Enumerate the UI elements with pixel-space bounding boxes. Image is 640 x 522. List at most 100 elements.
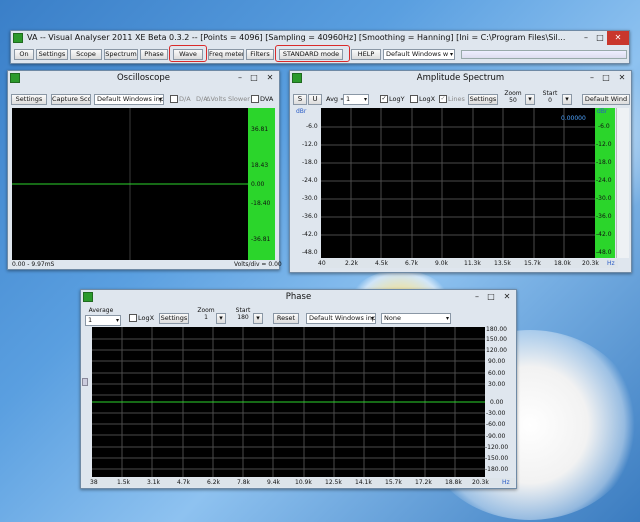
amp-ytick: -24.0 <box>302 177 318 184</box>
logy-checkbox[interactable]: ✓ LogY <box>380 95 405 104</box>
logx-checkbox[interactable]: LogX <box>410 95 435 104</box>
amp-plot[interactable]: 0.00000 <box>321 108 595 258</box>
slower-spinner[interactable]: Slower <box>228 95 250 104</box>
maximize-icon[interactable]: □ <box>484 290 498 304</box>
phase-right-tick: -180.00 <box>485 466 509 473</box>
amplitude-window: Amplitude Spectrum – □ ✕ S U Avg = 1 ✓Lo… <box>289 70 632 273</box>
slower-label: Slower <box>228 95 250 103</box>
minimize-icon[interactable]: – <box>585 71 599 85</box>
phase-right-tick: 60.00 <box>488 370 506 377</box>
oscilloscope-window: Oscilloscope – □ ✕ Settings Capture Scop… <box>7 70 282 270</box>
amp-xtick: 15.7k <box>524 260 541 267</box>
freq-meter-button[interactable]: Freq meter <box>208 49 244 60</box>
phase-plot[interactable] <box>92 327 485 477</box>
phase-right-tick: -120.00 <box>485 444 509 451</box>
reset-button[interactable]: Reset <box>273 313 299 324</box>
settings-button[interactable]: Settings <box>36 49 68 60</box>
phase-xtick: 20.3k <box>472 479 489 486</box>
phase-start-spinner[interactable]: ▾ <box>253 313 263 324</box>
amp-ytick: -36.0 <box>302 213 318 220</box>
minimize-icon[interactable]: – <box>233 71 247 85</box>
osc-settings-button[interactable]: Settings <box>11 94 47 105</box>
maximize-icon[interactable]: □ <box>247 71 261 85</box>
dva-label: DVA <box>260 95 274 103</box>
start-spinner[interactable]: ▾ <box>562 94 572 105</box>
phase-logx-label: LogX <box>138 314 155 322</box>
phase-zoom-value[interactable]: 1 <box>196 315 216 321</box>
close-icon[interactable]: ✕ <box>261 71 279 85</box>
maximize-icon[interactable]: □ <box>599 71 613 85</box>
osc-plot[interactable] <box>12 108 248 260</box>
amp-device-button[interactable]: Default Wind <box>582 94 630 105</box>
device-select[interactable]: Default Windows w <box>383 49 455 60</box>
scope-button[interactable]: Scope <box>70 49 102 60</box>
u-button[interactable]: U <box>308 94 322 105</box>
amp-ytick: -18.0 <box>302 159 318 166</box>
phase-button[interactable]: Phase <box>140 49 168 60</box>
lines-checkbox[interactable]: ✓ Lines <box>439 95 465 104</box>
app-icon <box>292 73 302 83</box>
dia-checkbox[interactable]: D/A <box>170 95 191 104</box>
phase-right-tick: -150.00 <box>485 455 509 462</box>
phase-x-axis: 38 1.5k 3.1k 4.7k 6.2k 7.8k 9.4k 10.9k 1… <box>90 478 515 487</box>
s-button[interactable]: S <box>293 94 307 105</box>
phase-xtick: 18.8k <box>445 479 462 486</box>
osc-device-select[interactable]: Default Windows input <box>94 94 164 105</box>
lines-label: Lines <box>448 95 465 103</box>
minimize-icon[interactable]: – <box>470 290 484 304</box>
spectrum-button[interactable]: Spectrum <box>104 49 138 60</box>
phase-right-tick: 0.00 <box>490 399 504 406</box>
close-icon[interactable]: ✕ <box>498 290 516 304</box>
amp-settings-button[interactable]: Settings <box>468 94 498 105</box>
phase-window: Phase – □ ✕ Average 1 LogX Settings Zoom… <box>80 289 517 489</box>
window-select[interactable]: None <box>381 313 451 324</box>
close-icon[interactable]: ✕ <box>613 71 631 85</box>
dva-checkbox[interactable]: DVA <box>251 95 273 104</box>
capture-scope-button[interactable]: Capture Scope <box>51 94 91 105</box>
osc-scale-tick: 0.00 <box>251 181 265 188</box>
phase-xtick: 15.7k <box>385 479 402 486</box>
amp-xtick: 18.0k <box>554 260 571 267</box>
amp-titlebar[interactable]: Amplitude Spectrum – □ ✕ <box>290 71 631 85</box>
progress-bar <box>461 50 627 59</box>
osc-titlebar[interactable]: Oscilloscope – □ ✕ <box>8 71 279 85</box>
phase-zoom-spinner[interactable]: ▾ <box>216 313 226 324</box>
amp-xtick: 13.5k <box>494 260 511 267</box>
zoom-value[interactable]: 50 <box>501 98 525 104</box>
amp-xtick: 4.5k <box>375 260 389 267</box>
app-icon <box>83 292 93 302</box>
phase-settings-button[interactable]: Settings <box>159 313 189 324</box>
phase-device-select[interactable]: Default Windows input <box>306 313 376 324</box>
amp-right-tick: -24.0 <box>596 177 612 184</box>
maximize-icon[interactable]: □ <box>593 31 607 45</box>
zoom-spinner[interactable]: ▾ <box>525 94 535 105</box>
amp-grid <box>321 108 595 258</box>
osc-status-left: 0.00 - 9.97mS <box>12 261 55 268</box>
osc-status-right: Volts/div = 0.00 <box>234 261 282 268</box>
app-icon <box>13 33 23 43</box>
phase-logx-checkbox[interactable]: LogX <box>129 314 154 323</box>
phase-right-axis: 180.00 150.00 120.00 90.00 60.00 30.00 0… <box>485 326 515 477</box>
dia-label: D/A <box>179 95 191 103</box>
phase-start-value[interactable]: 180 <box>233 315 253 321</box>
osc-scale-tick: -18.40 <box>251 200 271 207</box>
phase-xtick: 38 <box>90 479 98 486</box>
phase-titlebar[interactable]: Phase – □ ✕ <box>81 290 516 304</box>
avg-select[interactable]: 1 <box>343 94 369 105</box>
amp-right-tick: -42.0 <box>596 231 612 238</box>
filters-button[interactable]: Filters <box>246 49 274 60</box>
amp-title: Amplitude Spectrum <box>416 73 505 83</box>
delta-spinner[interactable]: ΔVolts <box>206 95 226 104</box>
on-button[interactable]: On <box>14 49 34 60</box>
main-titlebar[interactable]: VA -- Visual Analyser 2011 XE Beta 0.3.2… <box>11 31 629 45</box>
start-value[interactable]: 0 <box>538 98 562 104</box>
amp-xtick: 9.0k <box>435 260 449 267</box>
average-label: Average <box>88 307 114 314</box>
close-icon[interactable]: ✕ <box>607 31 629 45</box>
phase-right-tick: 150.00 <box>486 336 507 343</box>
phase-left-slider[interactable] <box>82 378 88 386</box>
amp-vscroll[interactable] <box>616 108 629 258</box>
minimize-icon[interactable]: – <box>579 31 593 45</box>
help-button[interactable]: HELP <box>351 49 381 60</box>
average-select[interactable]: 1 <box>85 315 121 326</box>
